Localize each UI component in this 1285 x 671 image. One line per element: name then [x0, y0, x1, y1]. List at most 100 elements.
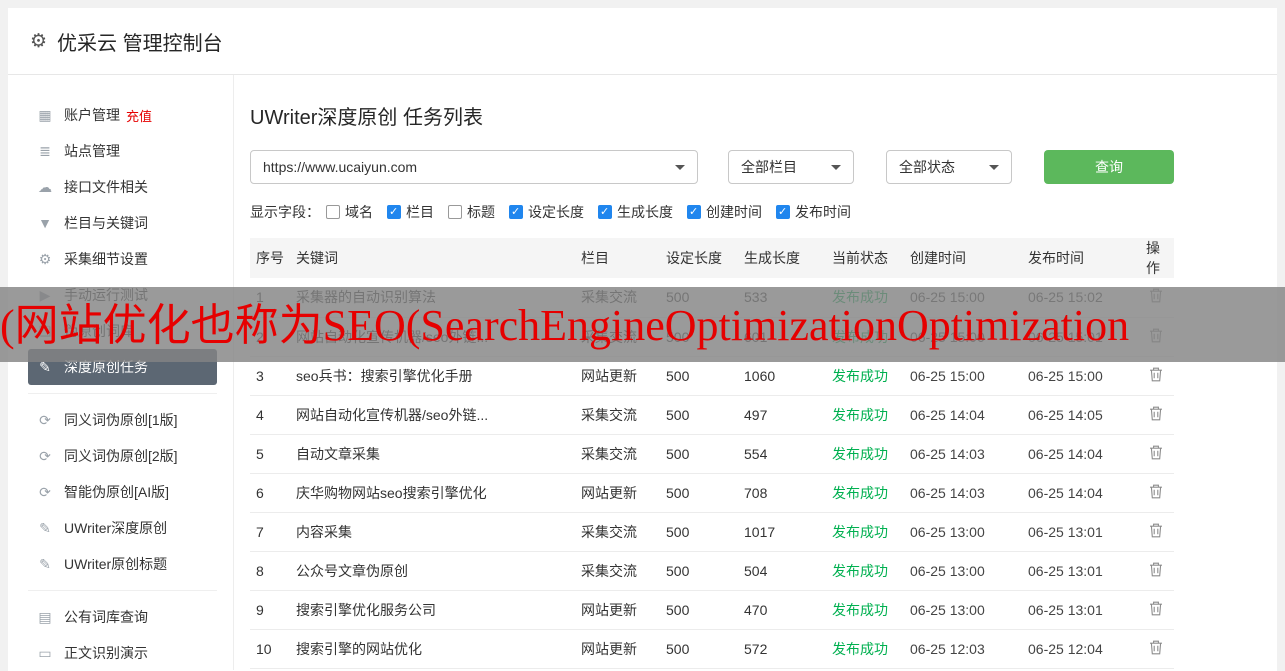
cell-created-at: 06-25 13:00: [904, 590, 1022, 630]
delete-button[interactable]: [1146, 599, 1166, 621]
chevron-down-icon: [989, 164, 999, 170]
delete-button[interactable]: [1146, 404, 1166, 426]
table-row: 6 庆华购物网站seo搜索引擎优化 网站更新 500 708 发布成功 06-25 14:0…: [250, 473, 1174, 513]
sidebar-item[interactable]: ☁ 接口文件相关: [28, 169, 217, 205]
cell-gen-length: 497: [738, 395, 826, 435]
chart-icon: ▦: [38, 106, 52, 123]
status-select-value: 全部状态: [899, 159, 955, 175]
sidebar-item[interactable]: ⟳ 同义词伪原创[1版]: [28, 402, 217, 438]
sidebar-item[interactable]: ✎ UWriter原创标题: [28, 546, 217, 582]
delete-button[interactable]: [1146, 365, 1166, 387]
cell-status: 发布成功: [826, 473, 904, 513]
fields-label: 显示字段：: [250, 204, 320, 220]
sidebar-item-label: 正文识别演示: [64, 645, 148, 661]
sidebar-item-label: 接口文件相关: [64, 179, 148, 195]
table-row: 9 搜索引擎优化服务公司 网站更新 500 470 发布成功 06-25 13:00 06-2…: [250, 590, 1174, 630]
delete-button[interactable]: [1146, 482, 1166, 504]
field-checkbox[interactable]: 发布时间: [776, 202, 851, 222]
cell-set-length: 500: [660, 629, 738, 669]
delete-button[interactable]: [1146, 443, 1166, 465]
cell-keyword: 搜索引擎的网站优化: [290, 629, 575, 669]
refresh-icon: ⟳: [39, 411, 51, 428]
sidebar-item-label: 栏目与关键词: [64, 215, 148, 231]
checkbox-checked[interactable]: [598, 205, 612, 219]
delete-button[interactable]: [1146, 560, 1166, 582]
field-checkbox[interactable]: 域名: [326, 202, 373, 222]
checkbox-unchecked[interactable]: [448, 205, 462, 219]
column-select[interactable]: 全部栏目: [728, 150, 854, 184]
field-checkbox[interactable]: 栏目: [387, 202, 434, 222]
field-checkbox-label: 创建时间: [706, 204, 762, 220]
sidebar: ▦账户管理充值≣站点管理☁接口文件相关▼栏目与关键词⚙采集细节设置▶手动运行测试…: [8, 75, 234, 670]
cell-index: 10: [250, 629, 290, 669]
cell-published-at: 06-25 14:05: [1022, 395, 1140, 435]
table-row: 10 搜索引擎的网站优化 网站更新 500 572 发布成功 06-25 12:03 06-2…: [250, 629, 1174, 669]
status-select[interactable]: 全部状态: [886, 150, 1012, 184]
checkbox-checked[interactable]: [776, 205, 790, 219]
cell-actions: [1140, 551, 1174, 591]
sidebar-divider: [28, 393, 217, 394]
sidebar-item-label: UWriter深度原创: [64, 520, 168, 536]
sidebar-item[interactable]: ▦ 账户管理 充值: [28, 97, 217, 133]
cell-published-at: 06-25 12:04: [1022, 629, 1140, 669]
cell-set-length: 500: [660, 590, 738, 630]
trash-icon: [1150, 367, 1162, 381]
sidebar-item[interactable]: ▭ 正文识别演示: [28, 635, 217, 671]
filter-bar: https://www.ucaiyun.com 全部栏目 全部状态 查询: [250, 150, 1174, 184]
trash-icon: [1150, 601, 1162, 615]
delete-button[interactable]: [1146, 521, 1166, 543]
sidebar-item[interactable]: ≣ 站点管理: [28, 133, 217, 169]
cell-column: 采集交流: [575, 551, 660, 591]
sidebar-item[interactable]: ✎ UWriter深度原创: [28, 510, 217, 546]
trash-icon: [1150, 484, 1162, 498]
field-checkbox[interactable]: 生成长度: [598, 202, 673, 222]
trash-icon: [1150, 445, 1162, 459]
refresh-icon: ⟳: [39, 483, 51, 500]
site-select[interactable]: https://www.ucaiyun.com: [250, 150, 698, 184]
table-header-row: 序号 关键词 栏目 设定长度 生成长度 当前状态 创建时间 发布时间 操作: [250, 238, 1174, 278]
cell-created-at: 06-25 13:00: [904, 551, 1022, 591]
sidebar-item[interactable]: ⟳ 同义词伪原创[2版]: [28, 438, 217, 474]
checkbox-checked[interactable]: [687, 205, 701, 219]
table-row: 5 自动文章采集 采集交流 500 554 发布成功 06-25 14:03 06-25 14…: [250, 434, 1174, 474]
query-button[interactable]: 查询: [1044, 150, 1174, 184]
sidebar-item[interactable]: ⟳ 智能伪原创[AI版]: [28, 474, 217, 510]
field-checkbox[interactable]: 创建时间: [687, 202, 762, 222]
checkbox-checked[interactable]: [509, 205, 523, 219]
recharge-link[interactable]: 充值: [126, 106, 152, 125]
field-checkbox-label: 域名: [345, 204, 373, 220]
checkbox-unchecked[interactable]: [326, 205, 340, 219]
filter-icon: ▼: [38, 215, 52, 231]
cell-published-at: 06-25 14:04: [1022, 434, 1140, 474]
sidebar-item[interactable]: ▼ 栏目与关键词: [28, 205, 217, 241]
cell-index: 8: [250, 551, 290, 591]
field-checkbox-label: 发布时间: [795, 204, 851, 220]
cell-gen-length: 470: [738, 590, 826, 630]
sidebar-item[interactable]: ▤ 公有词库查询: [28, 599, 217, 635]
edit-icon: ✎: [39, 519, 51, 536]
column-header: 生成长度: [738, 238, 826, 278]
cell-index: 5: [250, 434, 290, 474]
delete-button[interactable]: [1146, 638, 1166, 660]
display-fields-row: 显示字段： 域名 栏目 标题 设定长度 生成长度 创建时间 发布时间: [250, 202, 1174, 222]
cell-column: 采集交流: [575, 395, 660, 435]
sidebar-item-label: 同义词伪原创[2版]: [64, 448, 178, 464]
sidebar-item[interactable]: ⚙ 采集细节设置: [28, 241, 217, 277]
refresh-icon: ⟳: [39, 447, 51, 464]
cell-set-length: 500: [660, 551, 738, 591]
field-checkbox-label: 生成长度: [617, 204, 673, 220]
checkbox-checked[interactable]: [387, 205, 401, 219]
book-icon: ▤: [38, 608, 52, 625]
cell-actions: [1140, 629, 1174, 669]
cell-actions: [1140, 512, 1174, 552]
cell-gen-length: 1017: [738, 512, 826, 552]
cell-status: 发布成功: [826, 551, 904, 591]
sidebar-item-label: 同义词伪原创[1版]: [64, 412, 178, 428]
field-checkbox[interactable]: 设定长度: [509, 202, 584, 222]
cell-column: 采集交流: [575, 434, 660, 474]
layout: ▦账户管理充值≣站点管理☁接口文件相关▼栏目与关键词⚙采集细节设置▶手动运行测试…: [8, 75, 1277, 670]
cell-actions: [1140, 590, 1174, 630]
main-content: UWriter深度原创 任务列表 https://www.ucaiyun.com…: [234, 75, 1174, 670]
sidebar-item-label: 采集细节设置: [64, 251, 148, 267]
field-checkbox[interactable]: 标题: [448, 202, 495, 222]
